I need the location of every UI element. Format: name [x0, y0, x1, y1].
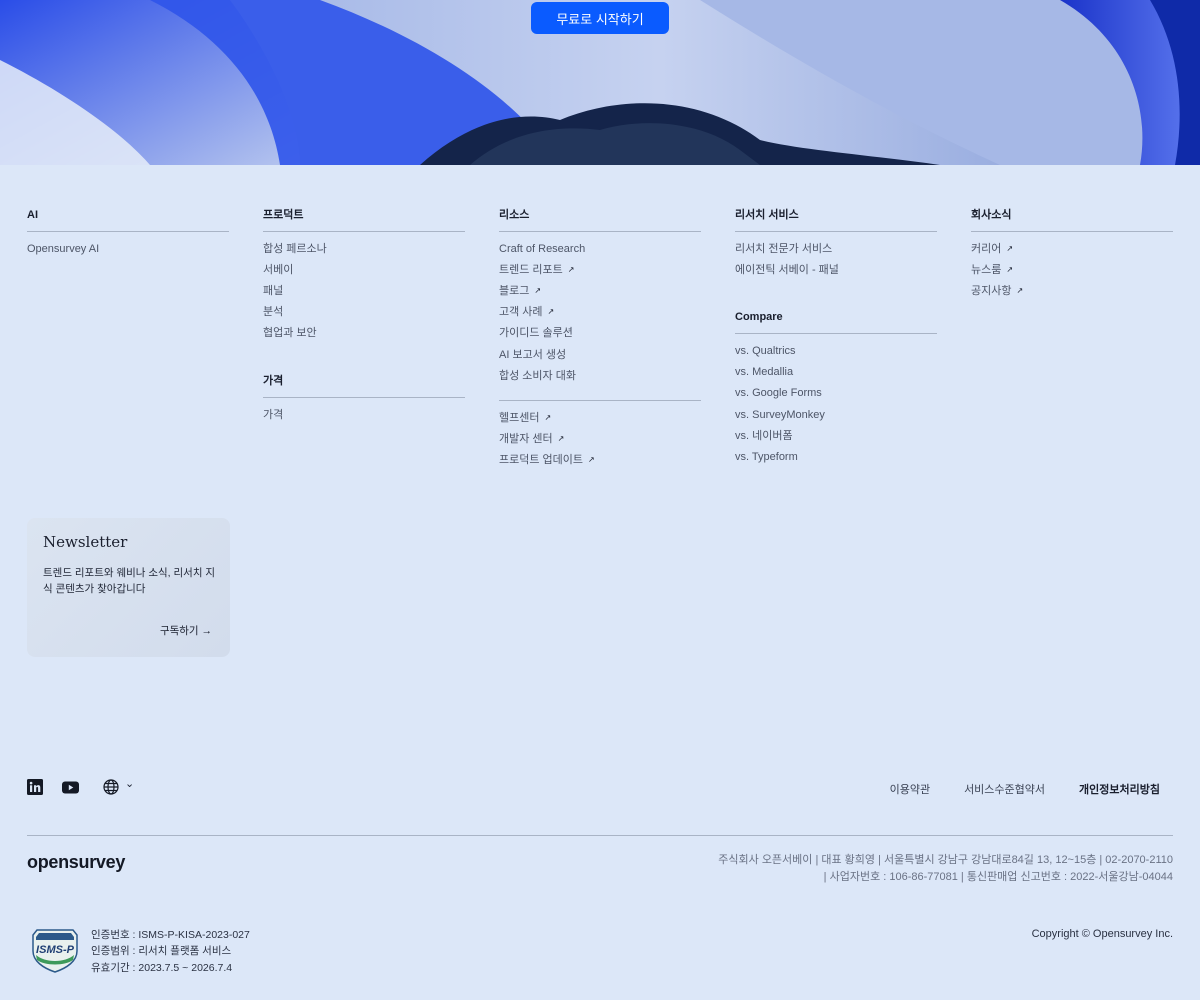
svg-text:ISMS-P: ISMS-P	[36, 944, 75, 956]
start-free-button[interactable]: 무료로 시작하기	[531, 2, 669, 34]
cert-number: 인증번호 : ISMS-P-KISA-2023-027	[91, 929, 250, 941]
footer-link-vs-surveymonkey[interactable]: vs. SurveyMonkey	[735, 404, 937, 425]
footer-column-resources: 리소스 Craft of Research 트렌드 리포트 ↗ 블로그 ↗ 고객 사…	[499, 208, 701, 471]
external-link-icon: ↗	[588, 455, 595, 465]
footer-link-vs-google-forms[interactable]: vs. Google Forms	[735, 383, 937, 404]
terms-link[interactable]: 이용약관	[890, 781, 930, 797]
privacy-policy-link[interactable]: 개인정보처리방침	[1079, 781, 1160, 797]
footer-link-craft-of-research[interactable]: Craft of Research	[499, 238, 701, 259]
newsletter-card: Newsletter 트렌드 리포트와 웨비나 소식, 리서치 지식 콘텐츠가 …	[27, 518, 230, 657]
opensurvey-logo[interactable]: opensurvey	[27, 852, 125, 873]
cert-validity: 유효기간 : 2023.7.5 ~ 2026.7.4	[91, 961, 233, 974]
footer-column-company: 회사소식 커리어 ↗ 뉴스룸 ↗ 공지사항 ↗	[971, 208, 1173, 302]
sla-link[interactable]: 서비스수준협약서	[964, 781, 1045, 797]
column-title: 리소스	[499, 208, 701, 232]
footer-link-notices[interactable]: 공지사항 ↗	[971, 280, 1173, 301]
footer-link-analysis[interactable]: 분석	[263, 302, 465, 323]
column-title: 리서치 서비스	[735, 208, 937, 232]
external-link-icon: ↗	[547, 307, 555, 317]
footer-link-pricing[interactable]: 가격	[263, 404, 465, 425]
footer-column-ai: AI Opensurvey AI	[27, 208, 229, 259]
footer-link-synthetic-persona[interactable]: 합성 페르소나	[263, 238, 465, 259]
footer-link-vs-medallia[interactable]: vs. Medallia	[735, 362, 937, 383]
newsletter-description: 트렌드 리포트와 웨비나 소식, 리서치 지식 콘텐츠가 찾아갑니다	[43, 567, 216, 595]
footer-column-product: 프로덕트 합성 페르소나 서베이 패널 분석 협업과 보안 가격 가격	[263, 208, 465, 425]
column-subtitle-pricing: 가격	[263, 374, 465, 398]
external-link-icon: ↗	[534, 285, 542, 295]
column-subtitle-compare: Compare	[735, 310, 937, 335]
footer-link-blog[interactable]: 블로그 ↗	[499, 280, 701, 301]
company-info-line1: 주식회사 오픈서베이 | 대표 황희영 | 서울특별시 강남구 강남대로84길 …	[718, 854, 1173, 866]
footer-link-newsroom[interactable]: 뉴스룸 ↗	[971, 259, 1173, 280]
footer-divider	[27, 835, 1173, 836]
resources-divider	[499, 400, 701, 402]
social-links: ⌄	[27, 779, 134, 795]
footer-link-collab-security[interactable]: 협업과 보안	[263, 323, 465, 344]
external-link-icon: ↗	[557, 434, 565, 444]
newsletter-title: Newsletter	[43, 533, 128, 551]
globe-icon	[103, 779, 119, 795]
footer-link-survey[interactable]: 서베이	[263, 259, 465, 280]
external-link-icon: ↗	[1006, 243, 1014, 253]
external-link-icon: ↗	[1016, 285, 1024, 295]
footer-link-panel[interactable]: 패널	[263, 280, 465, 301]
footer-link-agentic-survey-panel[interactable]: 에이전틱 서베이 - 패널	[735, 259, 937, 280]
company-info: 주식회사 오픈서베이 | 대표 황희영 | 서울특별시 강남구 강남대로84길 …	[718, 852, 1173, 886]
footer-link-customer-stories[interactable]: 고객 사례 ↗	[499, 302, 701, 323]
hero-banner: 무료로 시작하기	[0, 0, 1200, 165]
footer-link-guided-solutions[interactable]: 가이디드 솔루션	[499, 323, 701, 344]
company-info-line2: | 사업자번호 : 106-86-77081 | 통신판매업 신고번호 : 20…	[823, 871, 1173, 883]
external-link-icon: ↗	[544, 412, 552, 422]
copyright: Copyright © Opensurvey Inc.	[1031, 928, 1173, 940]
footer-column-research-services: 리서치 서비스 리서치 전문가 서비스 에이전틱 서베이 - 패널 Compar…	[735, 208, 937, 468]
footer-link-product-updates[interactable]: 프로덕트 업데이트 ↗	[499, 450, 701, 471]
isms-p-badge-icon: ISMS-P	[32, 929, 78, 973]
footer-link-ai-report[interactable]: AI 보고서 생성	[499, 344, 701, 365]
youtube-icon[interactable]	[62, 781, 79, 794]
external-link-icon: ↗	[1006, 264, 1014, 274]
footer-link-synthetic-consumer-chat[interactable]: 합성 소비자 대화	[499, 365, 701, 386]
legal-links: 이용약관 서비스수준협약서 개인정보처리방침	[856, 781, 1160, 797]
footer-link-vs-naver-form[interactable]: vs. 네이버폼	[735, 425, 937, 446]
footer-link-careers[interactable]: 커리어 ↗	[971, 238, 1173, 259]
column-title: 회사소식	[971, 208, 1173, 232]
cert-scope: 인증범위 : 리서치 플랫폼 서비스	[91, 945, 232, 958]
linkedin-icon[interactable]	[27, 779, 43, 795]
language-selector[interactable]: ⌄	[103, 779, 134, 795]
footer-link-research-expert-service[interactable]: 리서치 전문가 서비스	[735, 238, 937, 259]
column-title: AI	[27, 208, 229, 232]
external-link-icon: ↗	[567, 264, 575, 274]
footer-link-vs-qualtrics[interactable]: vs. Qualtrics	[735, 340, 937, 361]
subscribe-button[interactable]: 구독하기 →	[160, 623, 212, 638]
footer-link-trend-report[interactable]: 트렌드 리포트 ↗	[499, 259, 701, 280]
footer-link-vs-typeform[interactable]: vs. Typeform	[735, 446, 937, 467]
footer-link-opensurvey-ai[interactable]: Opensurvey AI	[27, 238, 229, 259]
footer-link-help-center[interactable]: 헬프센터 ↗	[499, 407, 701, 428]
column-title: 프로덕트	[263, 208, 465, 232]
certification-block: ISMS-P 인증번호 : ISMS-P-KISA-2023-027 인증범위 …	[27, 927, 250, 976]
footer-link-developer-center[interactable]: 개발자 센터 ↗	[499, 429, 701, 450]
chevron-down-icon: ⌄	[125, 778, 135, 790]
